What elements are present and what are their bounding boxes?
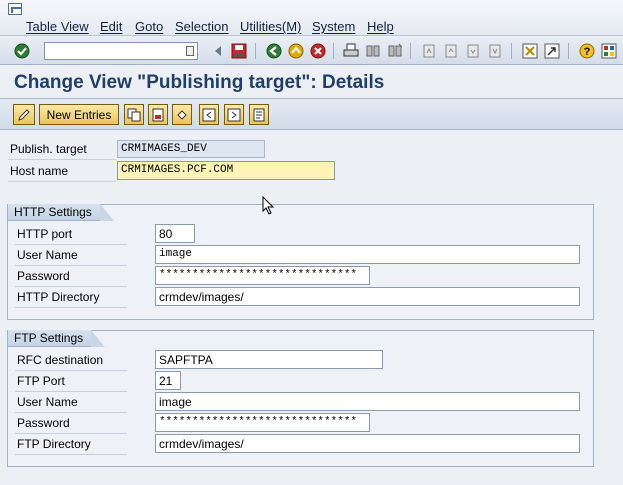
menu-selection[interactable]: Selection [175,19,228,34]
new-entries-label: New Entries [46,107,112,122]
exit-icon[interactable] [287,42,305,60]
toolbar-separator [255,43,256,59]
ftp-settings-title: FTP Settings [8,330,106,347]
previous-entry-button[interactable] [199,104,219,125]
last-page-icon[interactable] [486,42,504,60]
next-entry-icon [227,108,241,121]
svg-text:?: ? [584,46,591,58]
http-user-name-field[interactable]: image [155,245,580,264]
ftp-port-label: FTP Port [15,374,127,392]
publish-target-label: Publish. target [8,142,116,160]
command-input[interactable] [45,43,175,59]
copy-icon [127,108,141,121]
system-menu-icon[interactable] [8,3,22,15]
http-port-field[interactable]: 80 [155,224,195,243]
host-name-field[interactable]: CRMIMAGES.PCF.COM [117,161,335,180]
standard-toolbar: ? [0,37,623,65]
help-icon[interactable]: ? [578,42,596,60]
host-name-label: Host name [8,164,116,182]
menu-table-view[interactable]: Table View [26,19,89,34]
command-history-icon[interactable] [186,46,194,56]
mouse-cursor-icon [262,195,276,219]
layout-menu-icon[interactable] [600,42,618,60]
application-toolbar: New Entries [0,98,623,130]
toolbar-separator [568,43,569,59]
command-field[interactable] [44,42,198,60]
ftp-password-field[interactable]: ****************************** [155,413,370,432]
ftp-directory-field[interactable]: crmdev/images/ [155,434,580,453]
back-arrow-icon[interactable] [209,42,227,60]
next-entry-button[interactable] [224,104,244,125]
menu-system[interactable]: System [312,19,355,34]
previous-entry-icon [202,108,216,121]
save-icon[interactable] [230,42,248,60]
next-page-icon[interactable] [464,42,482,60]
copy-as-button[interactable] [124,104,144,125]
new-entries-button[interactable]: New Entries [39,104,119,125]
http-password-field[interactable]: ****************************** [155,266,370,285]
find-icon[interactable] [364,42,382,60]
toolbar-separator [333,43,334,59]
print-icon[interactable] [342,42,360,60]
print-entry-button[interactable] [249,104,269,125]
delete-icon [152,108,164,121]
http-password-label: Password [15,269,127,287]
toolbar-separator [511,43,512,59]
menu-help[interactable]: Help [367,19,394,34]
delete-button[interactable] [148,104,168,125]
display-change-button[interactable] [13,104,35,125]
rfc-destination-field[interactable]: SAPFTPA [155,350,383,369]
back-icon[interactable] [265,42,283,60]
menu-bar: Table View Edit Goto Selection Utilities… [0,0,623,36]
ftp-port-field[interactable]: 21 [155,371,181,390]
ftp-user-name-label: User Name [15,395,127,413]
menu-edit[interactable]: Edit [100,19,122,34]
enter-icon[interactable] [13,42,31,60]
find-next-icon[interactable] [386,42,404,60]
rfc-destination-label: RFC destination [15,353,127,371]
http-user-name-label: User Name [15,248,127,266]
http-directory-field[interactable]: crmdev/images/ [155,287,580,306]
http-settings-title: HTTP Settings [8,204,114,221]
create-session-icon[interactable] [521,42,539,60]
shortcut-icon[interactable] [543,42,561,60]
menu-goto[interactable]: Goto [135,19,163,34]
cancel-icon[interactable] [309,42,327,60]
ftp-directory-label: FTP Directory [15,437,127,455]
ftp-user-name-field[interactable]: image [155,392,580,411]
menu-utilities[interactable]: Utilities(M) [240,19,301,34]
undo-change-button[interactable] [172,104,192,125]
previous-page-icon[interactable] [442,42,460,60]
http-directory-label: HTTP Directory [15,290,127,308]
ftp-password-label: Password [15,416,127,434]
undo-icon [177,109,187,120]
first-page-icon[interactable] [420,42,438,60]
toolbar-separator [410,43,411,59]
pencil-icon [18,108,30,121]
document-icon [253,108,265,121]
publish-target-field: CRMIMAGES_DEV [117,140,265,158]
page-title: Change View "Publishing target": Details [14,72,385,93]
http-port-label: HTTP port [15,227,127,245]
